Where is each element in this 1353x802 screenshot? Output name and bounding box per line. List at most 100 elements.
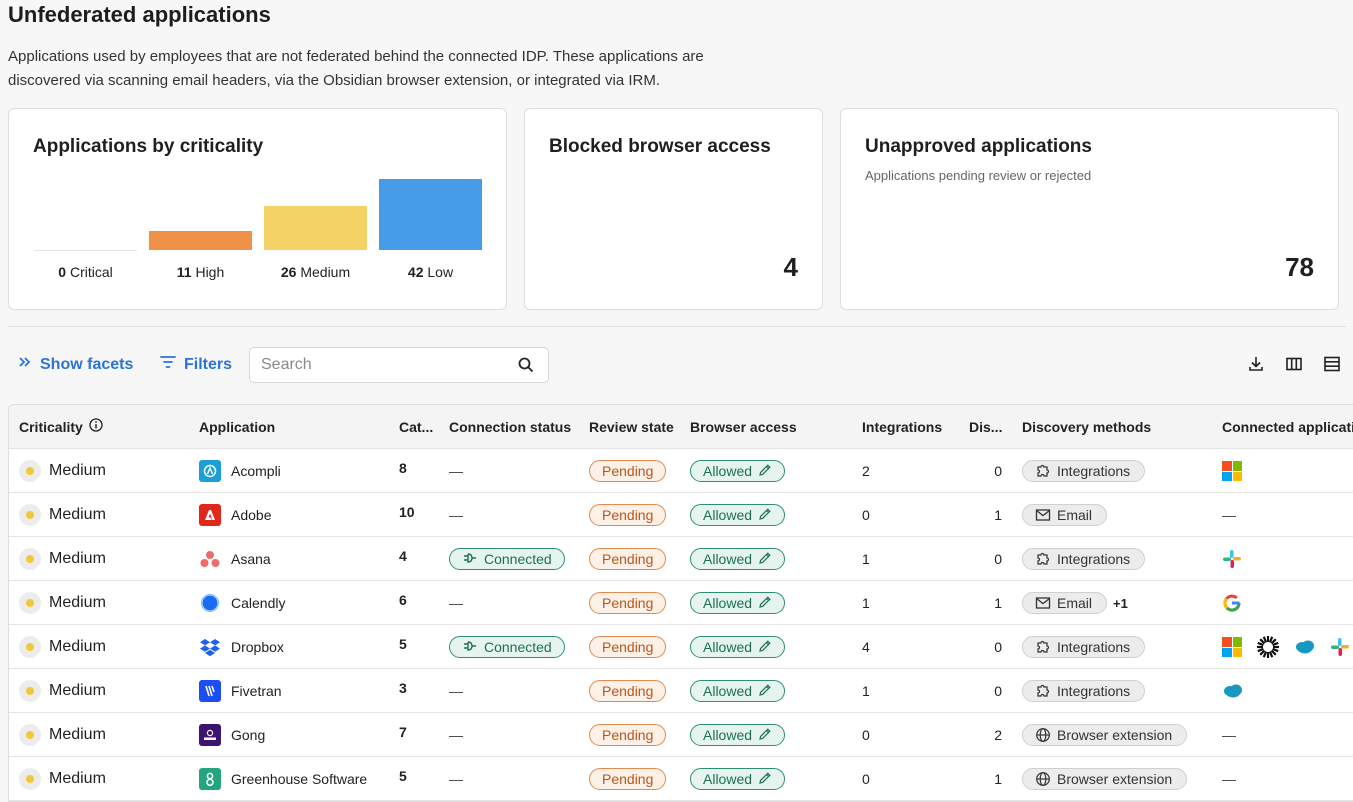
blocked-count: 4	[783, 252, 798, 282]
application-cell[interactable]: Asana	[199, 537, 271, 581]
show-facets-button[interactable]: Show facets	[18, 355, 133, 374]
review-state-badge[interactable]: Pending	[589, 548, 667, 570]
adobe-icon	[199, 504, 221, 526]
application-cell[interactable]: Fivetran	[199, 669, 282, 713]
filters-button[interactable]: Filters	[160, 355, 232, 374]
application-name[interactable]: Fivetran	[231, 683, 282, 699]
review-state-badge[interactable]: Pending	[589, 592, 667, 614]
application-name[interactable]: Asana	[231, 551, 271, 567]
review-state-badge[interactable]: Pending	[589, 636, 667, 658]
column-header-connection-status[interactable]: Connection status	[449, 405, 571, 449]
column-header-browser-access[interactable]: Browser access	[690, 405, 797, 449]
column-header-review-state[interactable]: Review state	[589, 405, 674, 449]
discovery-method-badge[interactable]: Integrations	[1022, 548, 1146, 570]
browser-access-badge[interactable]: Allowed	[690, 724, 786, 746]
blocked-browser-card[interactable]: Blocked browser access 4	[524, 108, 823, 310]
browser-access-label: Allowed	[703, 727, 753, 743]
application-name[interactable]: Acompli	[231, 463, 281, 479]
review-state-badge[interactable]: Pending	[589, 680, 667, 702]
criticality-value: Medium	[49, 770, 106, 787]
criticality-bar-medium[interactable]	[264, 206, 367, 250]
integrations-cell: 2	[862, 463, 870, 479]
pencil-icon[interactable]	[758, 683, 772, 700]
gong-icon	[199, 724, 221, 746]
application-name[interactable]: Greenhouse Software	[231, 771, 367, 787]
table-row[interactable]: Medium Acompli 8 — Pending Allowed 2 0 Integrati…	[9, 449, 1353, 493]
search-icon[interactable]	[518, 357, 534, 378]
application-cell[interactable]: Acompli	[199, 449, 281, 493]
column-header-discovery-methods[interactable]: Discovery methods	[1022, 405, 1151, 449]
table-row[interactable]: Medium Dropbox 5 Connected Pending Allowed 4 0 I…	[9, 625, 1353, 669]
dis-cell: 2	[994, 727, 1002, 743]
table-row[interactable]: Medium Adobe 10 — Pending Allowed 0 1 Email —	[9, 493, 1353, 537]
browser-access-badge[interactable]: Allowed	[690, 592, 786, 614]
discovery-method-badge[interactable]: Integrations	[1022, 636, 1146, 658]
pencil-icon[interactable]	[758, 595, 772, 612]
column-header-integrations[interactable]: Integrations	[862, 405, 942, 449]
review-state-badge[interactable]: Pending	[589, 768, 667, 790]
integrations-cell: 0	[862, 771, 870, 787]
connection-status-empty: —	[449, 507, 463, 523]
search-input[interactable]	[261, 356, 501, 374]
application-name[interactable]: Adobe	[231, 507, 271, 523]
application-cell[interactable]: Calendly	[199, 581, 285, 625]
table-row[interactable]: Medium Fivetran 3 — Pending Allowed 1 0 Integrat…	[9, 669, 1353, 713]
density-icon[interactable]	[1323, 355, 1343, 375]
browser-access-cell: Allowed	[690, 713, 786, 757]
review-state-badge[interactable]: Pending	[589, 460, 667, 482]
discovery-method-badge[interactable]: Integrations	[1022, 680, 1146, 702]
criticality-cell: Medium	[19, 757, 106, 801]
more-methods-count[interactable]: +1	[1113, 596, 1128, 611]
connection-status-cell: —	[449, 581, 463, 625]
browser-access-badge[interactable]: Allowed	[690, 548, 786, 570]
application-cell[interactable]: Adobe	[199, 493, 271, 537]
browser-access-badge[interactable]: Allowed	[690, 504, 786, 526]
criticality-label-critical: 0 Critical	[34, 264, 137, 280]
browser-access-badge[interactable]: Allowed	[690, 680, 786, 702]
connected-badge[interactable]: Connected	[449, 636, 565, 658]
browser-access-badge[interactable]: Allowed	[690, 768, 786, 790]
download-icon[interactable]	[1247, 355, 1267, 375]
application-name[interactable]: Calendly	[231, 595, 285, 611]
application-name[interactable]: Dropbox	[231, 639, 284, 655]
columns-icon[interactable]	[1285, 355, 1305, 375]
unapproved-apps-card[interactable]: Unapproved applications Applications pen…	[840, 108, 1339, 310]
pencil-icon[interactable]	[758, 727, 772, 744]
browser-access-badge[interactable]: Allowed	[690, 460, 786, 482]
application-cell[interactable]: Gong	[199, 713, 265, 757]
discovery-method-badge[interactable]: Integrations	[1022, 460, 1146, 482]
table-row[interactable]: Medium Greenhouse Software 5 — Pending Allowe…	[9, 757, 1353, 801]
table-row[interactable]: Medium Calendly 6 — Pending Allowed 1 1 Email +1	[9, 581, 1353, 625]
pencil-icon[interactable]	[758, 551, 772, 568]
browser-access-badge[interactable]: Allowed	[690, 636, 786, 658]
pencil-icon[interactable]	[758, 771, 772, 788]
discovery-method-badge[interactable]: Email	[1022, 504, 1108, 526]
application-name[interactable]: Gong	[231, 727, 265, 743]
criticality-bar-high[interactable]	[149, 231, 252, 250]
column-header-dis[interactable]: Dis...	[969, 405, 1002, 449]
review-state-badge[interactable]: Pending	[589, 724, 667, 746]
browser-access-cell: Allowed	[690, 581, 786, 625]
column-header-connected-apps[interactable]: Connected applications	[1222, 405, 1353, 449]
column-header-category[interactable]: Cat...	[399, 405, 433, 449]
table-row[interactable]: Medium Gong 7 — Pending Allowed 0 2 Browser exte…	[9, 713, 1353, 757]
application-cell[interactable]: Dropbox	[199, 625, 284, 669]
pencil-icon[interactable]	[758, 507, 772, 524]
application-cell[interactable]: Greenhouse Software	[199, 757, 367, 801]
criticality-bar-critical[interactable]	[34, 250, 137, 251]
pencil-icon[interactable]	[758, 639, 772, 656]
review-state-badge[interactable]: Pending	[589, 504, 667, 526]
connection-status-label: Connected	[484, 551, 552, 567]
column-header-application[interactable]: Application	[199, 405, 275, 449]
discovery-method-badge[interactable]: Browser extension	[1022, 724, 1188, 746]
discovery-method-badge[interactable]: Email	[1022, 592, 1108, 614]
info-icon[interactable]	[89, 405, 103, 449]
pencil-icon[interactable]	[758, 463, 772, 480]
discovery-method-badge[interactable]: Browser extension	[1022, 768, 1188, 790]
criticality-bar-low[interactable]	[379, 179, 482, 250]
connected-badge[interactable]: Connected	[449, 548, 565, 570]
review-state-cell: Pending	[589, 537, 667, 581]
mail-icon	[1035, 596, 1051, 610]
table-row[interactable]: Medium Asana 4 Connected Pending Allowed 1 0 Int…	[9, 537, 1353, 581]
column-header-criticality[interactable]: Criticality	[19, 405, 103, 449]
